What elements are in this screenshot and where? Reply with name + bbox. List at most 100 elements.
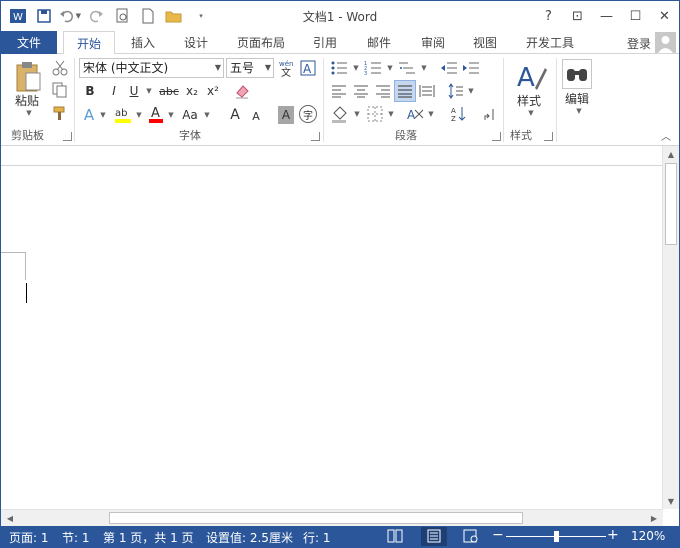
- align-right-icon[interactable]: [373, 81, 393, 101]
- phonetic-guide-icon[interactable]: wén 文: [277, 58, 297, 78]
- sort-icon[interactable]: AZ: [448, 104, 468, 124]
- font-color-dropdown-icon[interactable]: ▼: [165, 106, 175, 124]
- highlight-dropdown-icon[interactable]: ▼: [133, 106, 143, 124]
- multilevel-dropdown-icon[interactable]: ▼: [418, 58, 428, 78]
- paste-button[interactable]: 粘贴: [10, 92, 44, 108]
- tab-mailings[interactable]: 邮件: [353, 31, 405, 54]
- bold-button[interactable]: B: [81, 82, 99, 100]
- read-mode-icon[interactable]: [387, 529, 403, 546]
- align-left-icon[interactable]: [329, 81, 349, 101]
- text-effects-button[interactable]: A: [81, 106, 97, 124]
- tab-insert[interactable]: 插入: [119, 31, 167, 54]
- editing-button[interactable]: 编辑: [559, 90, 595, 106]
- web-layout-icon[interactable]: [463, 529, 479, 546]
- font-size-combo[interactable]: 五号 ▼: [226, 58, 274, 78]
- scroll-right-icon[interactable]: ▶: [647, 511, 661, 525]
- format-painter-icon[interactable]: [51, 104, 69, 122]
- status-position[interactable]: 设置值: 2.5厘米: [206, 529, 293, 546]
- clear-formatting-icon[interactable]: [233, 82, 251, 100]
- increase-indent-icon[interactable]: [461, 58, 481, 78]
- italic-button[interactable]: I: [105, 82, 123, 100]
- document-canvas[interactable]: [1, 166, 663, 509]
- line-spacing-dropdown-icon[interactable]: ▼: [465, 81, 475, 101]
- tab-design[interactable]: 设计: [172, 31, 220, 54]
- character-border-icon[interactable]: A: [299, 58, 317, 78]
- scroll-left-icon[interactable]: ◀: [3, 511, 17, 525]
- avatar[interactable]: [655, 32, 676, 53]
- borders-icon[interactable]: [365, 104, 385, 124]
- cut-icon[interactable]: [51, 59, 69, 77]
- vertical-scroll-thumb[interactable]: [665, 163, 677, 245]
- status-line[interactable]: 行: 1: [303, 529, 331, 546]
- align-center-icon[interactable]: [351, 81, 371, 101]
- enclose-characters-button[interactable]: 字: [299, 105, 317, 123]
- tab-review[interactable]: 审阅: [409, 31, 457, 54]
- scroll-down-icon[interactable]: ▼: [664, 494, 678, 508]
- change-case-dropdown-icon[interactable]: ▼: [201, 106, 211, 124]
- styles-dialog-launcher-icon[interactable]: [544, 132, 553, 141]
- shading-icon[interactable]: [329, 104, 351, 124]
- borders-dropdown-icon[interactable]: ▼: [385, 104, 395, 124]
- tab-file[interactable]: 文件: [1, 31, 57, 54]
- shrink-font-button[interactable]: A: [249, 108, 263, 124]
- change-case-button[interactable]: Aa: [179, 106, 201, 124]
- bullets-icon[interactable]: [329, 58, 349, 78]
- grow-font-button[interactable]: A: [227, 106, 243, 124]
- underline-button[interactable]: U: [125, 82, 143, 100]
- minimize-button[interactable]: —: [592, 1, 621, 31]
- scroll-up-icon[interactable]: ▲: [664, 147, 678, 161]
- ribbon-display-options-button[interactable]: ⊡: [563, 1, 592, 31]
- line-spacing-icon[interactable]: [447, 81, 465, 101]
- vertical-scrollbar[interactable]: ▲ ▼: [662, 146, 679, 509]
- tab-page-layout[interactable]: 页面布局: [227, 31, 295, 54]
- distributed-icon[interactable]: [417, 81, 437, 101]
- status-page-count[interactable]: 第 1 页，共 1 页: [103, 529, 194, 546]
- horizontal-scrollbar[interactable]: ◀ ▶: [1, 509, 663, 526]
- chinese-layout-dropdown-icon[interactable]: ▼: [425, 104, 435, 124]
- font-name-combo[interactable]: 宋体 (中文正文) ▼: [79, 58, 224, 78]
- font-color-icon[interactable]: A: [147, 104, 165, 124]
- styles-dropdown-icon[interactable]: ▼: [523, 108, 537, 118]
- multilevel-list-icon[interactable]: [397, 58, 417, 78]
- help-button[interactable]: ?: [534, 1, 563, 31]
- tab-home[interactable]: 开始: [63, 31, 115, 55]
- maximize-button[interactable]: ☐: [621, 1, 650, 31]
- font-dialog-launcher-icon[interactable]: [311, 132, 320, 141]
- find-binoculars-icon[interactable]: [562, 59, 592, 89]
- status-section[interactable]: 节: 1: [62, 529, 90, 546]
- close-button[interactable]: ✕: [650, 1, 679, 31]
- bullets-dropdown-icon[interactable]: ▼: [350, 58, 360, 78]
- paste-dropdown-icon[interactable]: ▼: [21, 108, 35, 118]
- collapse-ribbon-icon[interactable]: ︿: [659, 128, 673, 143]
- styles-button[interactable]: 样式: [511, 92, 547, 108]
- clipboard-dialog-launcher-icon[interactable]: [63, 132, 72, 141]
- strikethrough-button[interactable]: abc: [157, 82, 181, 100]
- styles-gallery-icon[interactable]: A: [514, 59, 548, 93]
- print-layout-icon[interactable]: [421, 527, 447, 546]
- tab-view[interactable]: 视图: [461, 31, 509, 54]
- editing-dropdown-icon[interactable]: ▼: [571, 106, 585, 116]
- chinese-layout-icon[interactable]: A: [405, 104, 425, 124]
- zoom-slider-thumb[interactable]: [554, 531, 559, 542]
- sign-in-link[interactable]: 登录: [627, 35, 651, 52]
- horizontal-scroll-thumb[interactable]: [109, 512, 523, 524]
- numbering-icon[interactable]: 123: [363, 58, 383, 78]
- zoom-level[interactable]: 120%: [631, 529, 665, 543]
- tab-developer[interactable]: 开发工具: [515, 31, 585, 54]
- superscript-button[interactable]: x²: [204, 82, 222, 100]
- text-effects-dropdown-icon[interactable]: ▼: [97, 106, 107, 124]
- highlight-color-icon[interactable]: ab: [113, 104, 133, 124]
- paste-icon[interactable]: [11, 60, 45, 94]
- zoom-out-button[interactable]: −: [492, 527, 504, 543]
- paragraph-dialog-launcher-icon[interactable]: [492, 132, 501, 141]
- numbering-dropdown-icon[interactable]: ▼: [384, 58, 394, 78]
- zoom-in-button[interactable]: +: [607, 527, 619, 543]
- show-hide-marks-icon[interactable]: [479, 104, 499, 124]
- decrease-indent-icon[interactable]: [439, 58, 459, 78]
- copy-icon[interactable]: [51, 81, 69, 99]
- subscript-button[interactable]: x₂: [183, 82, 201, 100]
- shading-dropdown-icon[interactable]: ▼: [351, 104, 361, 124]
- tab-references[interactable]: 引用: [301, 31, 349, 54]
- justify-icon[interactable]: [394, 80, 416, 102]
- character-shading-button[interactable]: A: [278, 106, 294, 124]
